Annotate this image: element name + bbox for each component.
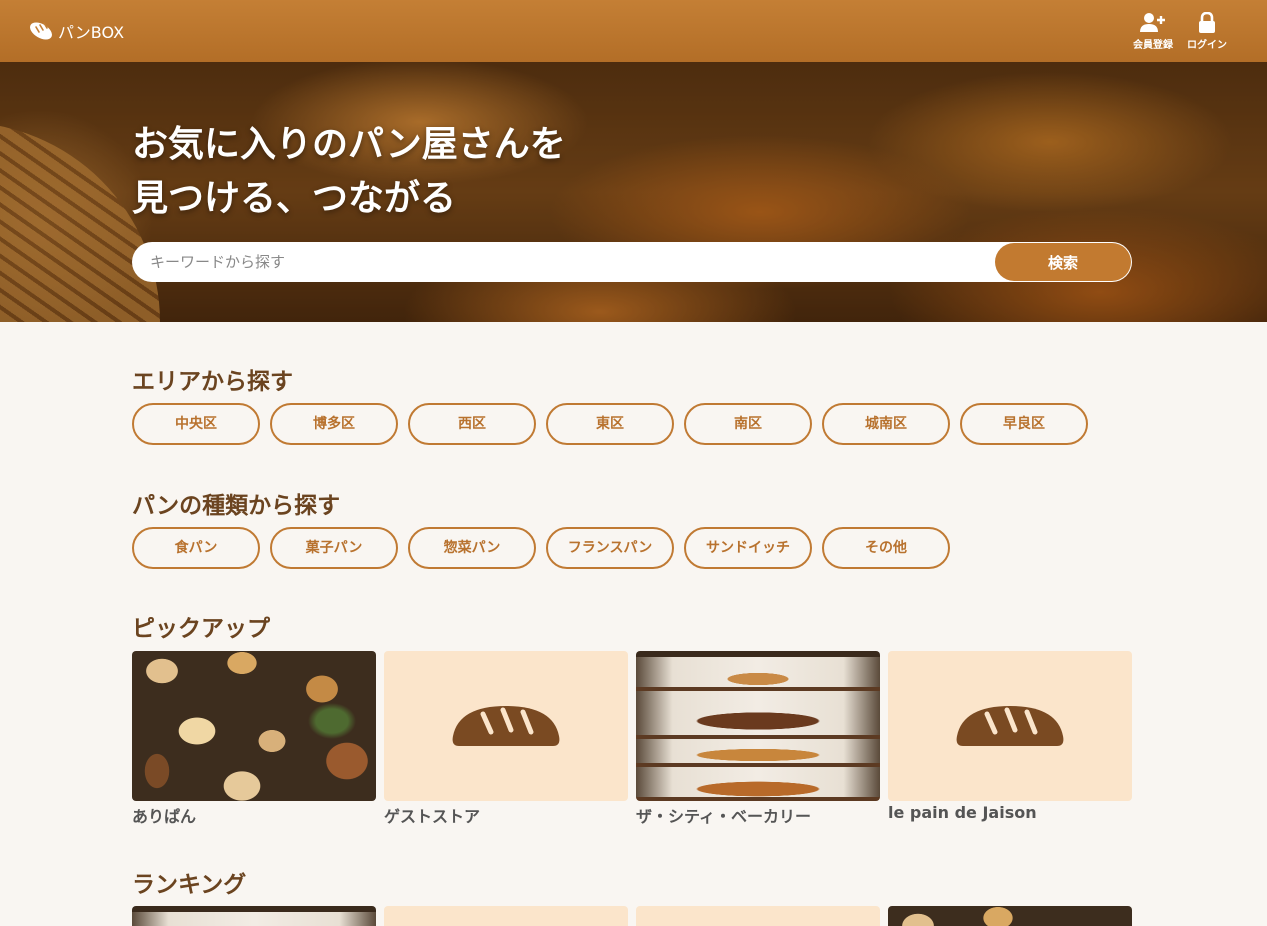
hero-title-line2: 見つける、つながる [132,178,457,219]
ranking-section-title: ランキング [132,872,247,898]
pickup-section-title: ピックアップ [132,616,270,642]
shop-name: ザ・シティ・ベーカリー [636,807,812,826]
bread-type-chip-kashipan[interactable]: 菓子パン [270,527,398,569]
hero-title-line1: お気に入りのパン屋さんを [132,124,566,165]
area-chip-sawara[interactable]: 早良区 [960,403,1088,445]
bread-type-chip-other[interactable]: その他 [822,527,950,569]
bread-icon [30,22,52,40]
area-chip-higashi[interactable]: 東区 [546,403,674,445]
user-plus-icon [1140,12,1165,32]
ranking-card-photo[interactable] [132,906,376,926]
bread-type-chips: 食パン 菓子パン 惣菜パン フランスパン サンドイッチ その他 [132,527,950,569]
bread-type-section-title: パンの種類から探す [132,493,341,519]
lock-icon [1199,11,1215,33]
login-button[interactable]: ログイン [1187,11,1227,51]
area-chip-chuo[interactable]: 中央区 [132,403,260,445]
login-label: ログイン [1187,39,1227,51]
pickup-card[interactable]: ゲストストア [384,651,628,827]
bread-type-chip-sandwich[interactable]: サンドイッチ [684,527,812,569]
search-button[interactable]: 検索 [995,243,1131,281]
shop-name: ありぱん [132,807,197,826]
shop-photo [636,651,880,801]
bread-type-chip-sozaipan[interactable]: 惣菜パン [408,527,536,569]
area-chip-nishi[interactable]: 西区 [408,403,536,445]
shop-photo [132,651,376,801]
pickup-card[interactable]: le pain de Jaison [888,651,1132,827]
register-button[interactable]: 会員登録 [1133,12,1173,51]
search-input[interactable] [132,242,995,282]
area-chip-hakata[interactable]: 博多区 [270,403,398,445]
bread-icon [956,706,1064,746]
bread-type-chip-french[interactable]: フランスパン [546,527,674,569]
bread-type-chip-shokupan[interactable]: 食パン [132,527,260,569]
ranking-card-placeholder[interactable] [636,906,880,926]
area-chip-jonan[interactable]: 城南区 [822,403,950,445]
shop-name: ゲストストア [384,807,481,826]
ranking-cards [132,906,1132,926]
shop-photo-placeholder [888,651,1132,801]
ranking-card-placeholder[interactable] [384,906,628,926]
pickup-card[interactable]: ありぱん [132,651,376,827]
search-bar: 検索 [132,242,1132,282]
hero-banner: お気に入りのパン屋さんを 見つける、つながる 検索 [0,62,1267,322]
area-section-title: エリアから探す [132,369,293,395]
area-chips: 中央区 博多区 西区 東区 南区 城南区 早良区 [132,403,1088,445]
shop-name: le pain de Jaison [888,803,1037,822]
site-logo[interactable]: パンBOX [28,19,124,43]
hero-title: お気に入りのパン屋さんを 見つける、つながる [132,118,566,226]
logo-text: パンBOX [58,23,125,42]
register-label: 会員登録 [1133,39,1173,51]
site-header: パンBOX 会員登録 ログイン [0,0,1267,62]
bread-icon [452,706,560,746]
pickup-cards: ありぱん ゲストストア ザ・シティ・ベーカリー le pain de Jaiso… [132,651,1132,827]
shop-photo-placeholder [384,651,628,801]
ranking-card-photo[interactable] [888,906,1132,926]
area-chip-minami[interactable]: 南区 [684,403,812,445]
header-nav: 会員登録 ログイン [1133,11,1227,51]
pickup-card[interactable]: ザ・シティ・ベーカリー [636,651,880,827]
